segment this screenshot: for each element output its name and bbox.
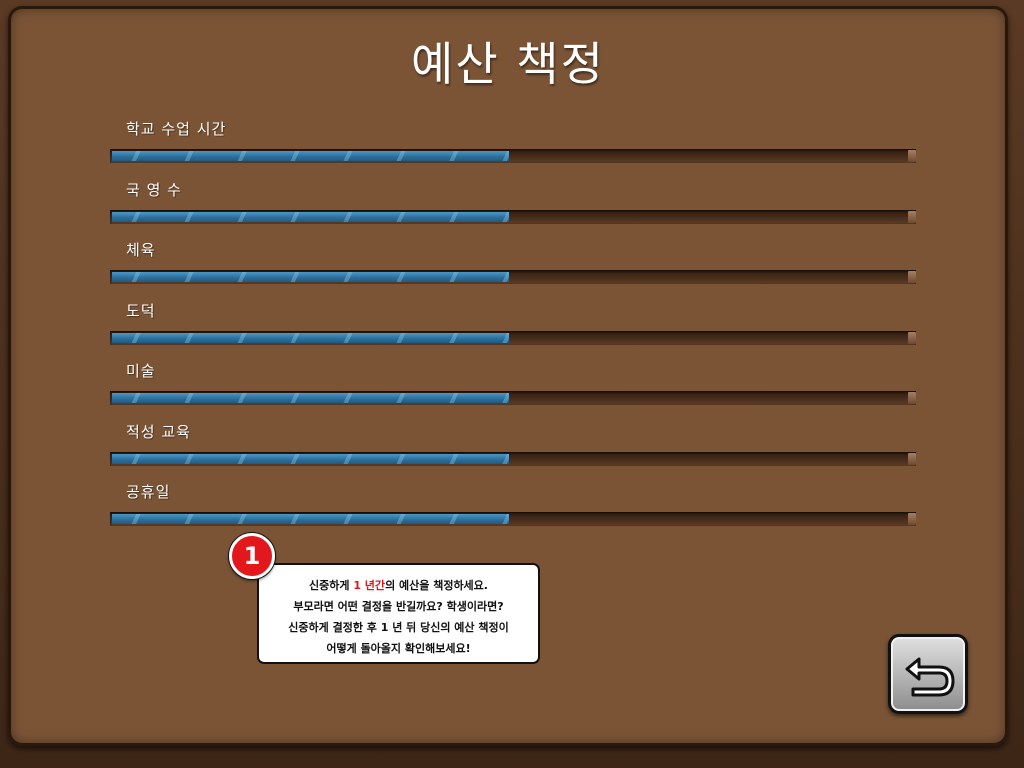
slider-fill (112, 514, 509, 524)
return-arrow-icon (905, 657, 955, 697)
slider-fill (112, 454, 509, 464)
budget-slider[interactable] (110, 512, 916, 526)
slider-fill (112, 333, 509, 343)
category-label: 체육 (126, 241, 156, 259)
budget-slider[interactable] (110, 452, 916, 466)
budget-category-art: 미술 (110, 360, 916, 410)
budget-category-school-hours: 학교 수업 시간 (110, 118, 916, 168)
slider-fill (112, 212, 509, 222)
slider-end-cap (908, 513, 916, 525)
budget-category-holidays: 공휴일 (110, 481, 916, 531)
budget-slider[interactable] (110, 331, 916, 345)
tooltip-line: 부모라면 어떤 결정을 반길까요? 학생이라면? (293, 600, 504, 613)
page-title: 예산 책정 (411, 37, 605, 91)
slider-end-cap (908, 332, 916, 344)
tooltip-text: 신중하게 (309, 579, 354, 592)
slider-end-cap (908, 453, 916, 465)
budget-slider[interactable] (110, 391, 916, 405)
budget-panel: 예산 책정 학교 수업 시간 국 영 수 체육 도덕 미술 적성 교육 공휴일 … (8, 6, 1008, 746)
slider-fill (112, 272, 509, 282)
category-label: 미술 (126, 362, 156, 380)
category-label: 국 영 수 (126, 181, 182, 199)
budget-slider[interactable] (110, 210, 916, 224)
category-label: 도덕 (126, 302, 156, 320)
slider-fill (112, 151, 509, 161)
slider-fill (112, 393, 509, 403)
slider-end-cap (908, 271, 916, 283)
back-button[interactable] (888, 634, 968, 714)
category-label: 공휴일 (126, 483, 171, 501)
category-label: 학교 수업 시간 (126, 120, 227, 138)
slider-end-cap (908, 211, 916, 223)
tooltip-line: 신중하게 1 년간의 예산을 책정하세요. (265, 575, 532, 596)
tooltip-text: 의 예산을 책정하세요. (385, 579, 488, 592)
budget-category-aptitude: 적성 교육 (110, 421, 916, 471)
tutorial-tooltip: 신중하게 1 년간의 예산을 책정하세요. 부모라면 어떤 결정을 반길까요? … (257, 563, 540, 664)
category-label: 적성 교육 (126, 423, 191, 441)
budget-slider[interactable] (110, 270, 916, 284)
budget-slider[interactable] (110, 149, 916, 163)
budget-category-ethics: 도덕 (110, 300, 916, 350)
tooltip-line: 신중하게 결정한 후 1 년 뒤 당신의 예산 책정이 (288, 621, 509, 634)
slider-end-cap (908, 150, 916, 162)
budget-category-core-subjects: 국 영 수 (110, 179, 916, 229)
tutorial-step-badge: 1 (229, 533, 275, 579)
tooltip-line: 어떻게 돌아올지 확인해보세요! (326, 642, 471, 655)
tooltip-highlight: 1 년간 (353, 579, 386, 592)
budget-category-pe: 체육 (110, 239, 916, 289)
slider-end-cap (908, 392, 916, 404)
game-frame: 예산 책정 학교 수업 시간 국 영 수 체육 도덕 미술 적성 교육 공휴일 … (0, 0, 1024, 768)
